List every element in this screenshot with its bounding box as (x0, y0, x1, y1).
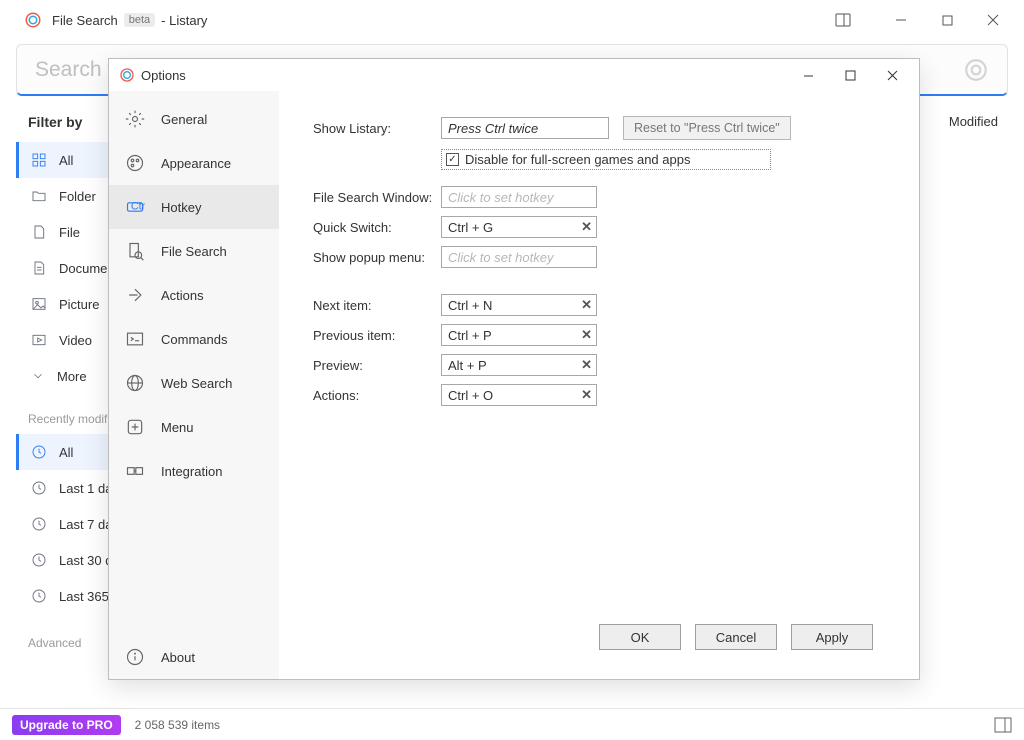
clear-icon[interactable]: ✕ (581, 297, 592, 313)
actions-label: Actions: (313, 388, 441, 403)
clear-icon[interactable]: ✕ (581, 357, 592, 373)
nav-file-search[interactable]: File Search (109, 229, 279, 273)
maximize-button[interactable] (924, 4, 970, 36)
nav-hotkey[interactable]: CtrlHotkey (109, 185, 279, 229)
svg-text:Ctrl: Ctrl (131, 201, 145, 213)
preview-label: Preview: (313, 358, 441, 373)
nav-about[interactable]: About (109, 635, 279, 679)
cancel-button[interactable]: Cancel (695, 624, 777, 650)
nav-commands[interactable]: Commands (109, 317, 279, 361)
previous-item-label: Previous item: (313, 328, 441, 343)
dialog-footer: OK Cancel Apply (313, 611, 893, 663)
quick-switch-label: Quick Switch: (313, 220, 441, 235)
nav-general[interactable]: General (109, 97, 279, 141)
clear-icon[interactable]: ✕ (581, 387, 592, 403)
dialog-title: Options (141, 68, 186, 83)
apply-button[interactable]: Apply (791, 624, 873, 650)
dialog-titlebar: Options (109, 59, 919, 91)
window-title: File Search beta - Listary (52, 13, 207, 28)
nav-appearance[interactable]: Appearance (109, 141, 279, 185)
search-logo-icon (963, 57, 989, 83)
clear-icon[interactable]: ✕ (581, 327, 592, 343)
statusbar: Upgrade to PRO 2 058 539 items (0, 708, 1024, 740)
titlebar: File Search beta - Listary (0, 0, 1024, 40)
popup-menu-label: Show popup menu: (313, 250, 441, 265)
beta-badge: beta (124, 13, 155, 27)
nav-web-search[interactable]: Web Search (109, 361, 279, 405)
minimize-button[interactable] (878, 4, 924, 36)
clear-icon[interactable]: ✕ (581, 219, 592, 235)
close-button[interactable] (970, 4, 1016, 36)
show-listary-input[interactable]: Press Ctrl twice (441, 117, 609, 139)
item-count: 2 058 539 items (135, 718, 220, 732)
disable-fullscreen-checkbox[interactable]: ✓ Disable for full-screen games and apps (441, 149, 771, 170)
checkbox-icon: ✓ (446, 153, 459, 166)
compact-mode-button[interactable] (820, 4, 866, 36)
app-logo-icon (24, 11, 42, 29)
upgrade-button[interactable]: Upgrade to PRO (12, 715, 121, 735)
dialog-close-button[interactable] (871, 61, 913, 89)
dialog-nav: General Appearance CtrlHotkey File Searc… (109, 91, 279, 679)
file-search-window-input[interactable]: Click to set hotkey (441, 186, 597, 208)
next-item-input[interactable]: Ctrl + N✕ (441, 294, 597, 316)
dialog-body: General Appearance CtrlHotkey File Searc… (109, 91, 919, 679)
nav-actions[interactable]: Actions (109, 273, 279, 317)
title-prefix: File Search (52, 13, 118, 28)
dialog-logo-icon (119, 67, 135, 83)
dialog-minimize-button[interactable] (787, 61, 829, 89)
previous-item-input[interactable]: Ctrl + P✕ (441, 324, 597, 346)
options-dialog: Options General Appearance CtrlHotkey Fi… (108, 58, 920, 680)
quick-switch-input[interactable]: Ctrl + G✕ (441, 216, 597, 238)
col-modified[interactable]: Modified (949, 114, 998, 708)
show-listary-label: Show Listary: (313, 121, 441, 136)
dialog-content: Show Listary: Press Ctrl twice Reset to … (279, 91, 919, 679)
reset-button[interactable]: Reset to "Press Ctrl twice" (623, 116, 791, 140)
window-controls (820, 4, 1016, 36)
panel-toggle-icon[interactable] (994, 717, 1012, 733)
nav-menu[interactable]: Menu (109, 405, 279, 449)
popup-menu-input[interactable]: Click to set hotkey (441, 246, 597, 268)
ok-button[interactable]: OK (599, 624, 681, 650)
file-search-window-label: File Search Window: (313, 190, 441, 205)
nav-integration[interactable]: Integration (109, 449, 279, 493)
dialog-maximize-button[interactable] (829, 61, 871, 89)
next-item-label: Next item: (313, 298, 441, 313)
title-suffix: - Listary (161, 13, 207, 28)
preview-input[interactable]: Alt + P✕ (441, 354, 597, 376)
actions-input[interactable]: Ctrl + O✕ (441, 384, 597, 406)
